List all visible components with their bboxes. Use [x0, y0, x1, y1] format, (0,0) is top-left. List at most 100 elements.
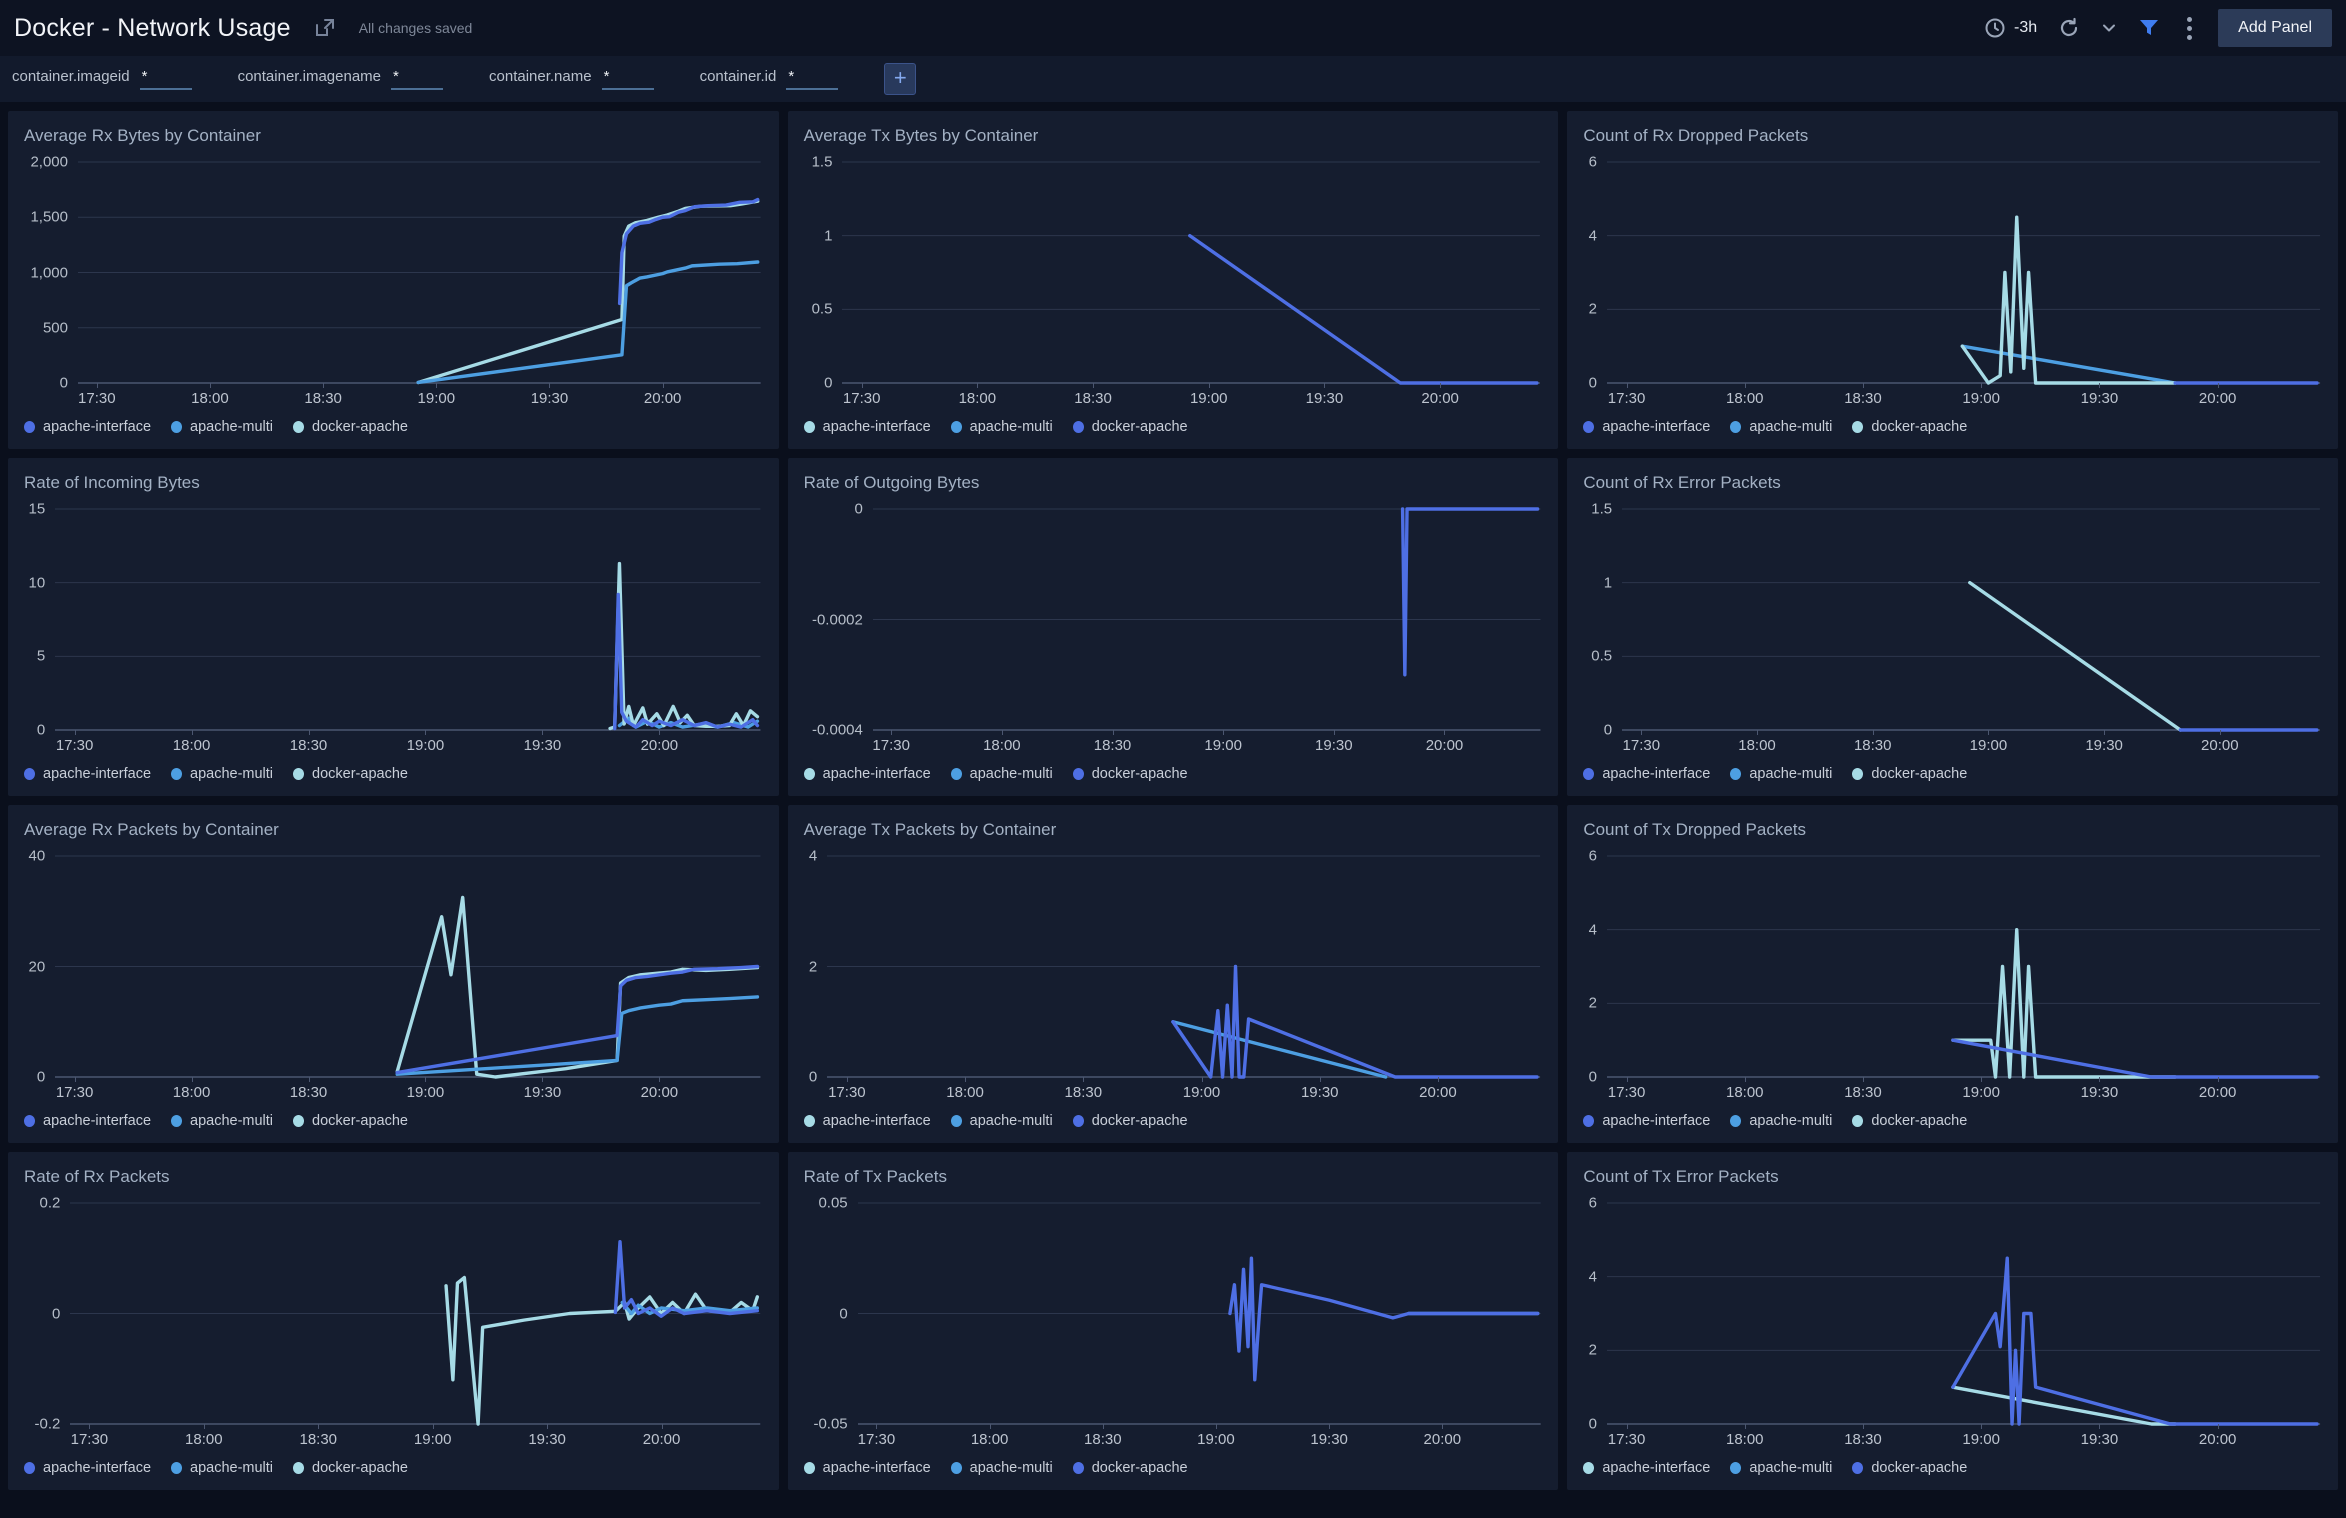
- x-axis-tick-label: 17:30: [78, 390, 116, 407]
- dashboard-header: Docker - Network Usage All changes saved…: [0, 0, 2346, 56]
- legend-item-docker-apache[interactable]: docker-apache: [293, 1460, 408, 1476]
- x-axis-tick-label: 18:30: [304, 390, 342, 407]
- legend-label: docker-apache: [1092, 1460, 1188, 1476]
- legend-item-docker-apache[interactable]: docker-apache: [1852, 1113, 1967, 1129]
- legend-label: apache-multi: [1749, 1113, 1832, 1129]
- legend-item-docker-apache[interactable]: docker-apache: [1852, 419, 1967, 435]
- legend-label: apache-interface: [1602, 766, 1710, 782]
- legend-label: apache-interface: [43, 1113, 151, 1129]
- x-axis-tick-label: 19:00: [407, 1084, 445, 1101]
- x-axis-tick: [1093, 383, 1094, 388]
- more-options-menu[interactable]: [2181, 13, 2198, 44]
- legend-item-apache-interface[interactable]: apache-interface: [24, 766, 151, 782]
- refresh-icon: [2057, 16, 2081, 40]
- x-axis-tick: [2099, 383, 2100, 388]
- legend-item-apache-multi[interactable]: apache-multi: [951, 766, 1053, 782]
- legend-item-apache-interface[interactable]: apache-interface: [804, 419, 931, 435]
- x-axis-tick: [1442, 1424, 1443, 1429]
- x-axis-tick: [318, 1424, 319, 1429]
- x-axis-tick-label: 19:30: [524, 1084, 562, 1101]
- refresh-button[interactable]: [2057, 16, 2081, 40]
- chart-legend: apache-interface apache-multi docker-apach…: [24, 760, 761, 788]
- legend-label: docker-apache: [1871, 766, 1967, 782]
- legend-item-docker-apache[interactable]: docker-apache: [1073, 1460, 1188, 1476]
- filter-label: container.imageid: [12, 68, 130, 85]
- legend-item-apache-multi[interactable]: apache-multi: [951, 419, 1053, 435]
- series-docker-apache: [418, 201, 758, 382]
- legend-item-apache-interface[interactable]: apache-interface: [804, 1113, 931, 1129]
- legend-item-apache-multi[interactable]: apache-multi: [171, 1113, 273, 1129]
- x-axis-tick: [876, 1424, 877, 1429]
- x-axis-tick-label: 19:30: [2085, 737, 2123, 754]
- save-status: All changes saved: [359, 20, 473, 36]
- legend-item-apache-multi[interactable]: apache-multi: [171, 766, 273, 782]
- y-axis-tick-label: 0: [52, 1305, 60, 1322]
- legend-item-apache-multi[interactable]: apache-multi: [951, 1460, 1053, 1476]
- legend-dot: [293, 768, 304, 780]
- legend-item-apache-interface[interactable]: apache-interface: [1583, 1460, 1710, 1476]
- legend-label: apache-interface: [1602, 419, 1710, 435]
- series-docker-apache: [397, 897, 757, 1077]
- filter-value-input[interactable]: *: [391, 68, 443, 90]
- legend-dot: [1583, 768, 1594, 780]
- x-axis-tick-label: 17:30: [828, 1084, 866, 1101]
- legend-item-apache-interface[interactable]: apache-interface: [24, 419, 151, 435]
- x-axis-tick: [847, 1077, 848, 1082]
- add-filter-button[interactable]: +: [884, 63, 916, 95]
- x-axis-tick-label: 19:00: [1962, 390, 2000, 407]
- legend-item-docker-apache[interactable]: docker-apache: [1073, 766, 1188, 782]
- legend-item-apache-interface[interactable]: apache-interface: [1583, 419, 1710, 435]
- chart-count-of-rx-dropped-packets: [1607, 162, 2320, 383]
- legend-item-docker-apache[interactable]: docker-apache: [293, 419, 408, 435]
- legend-item-docker-apache[interactable]: docker-apache: [1852, 1460, 1967, 1476]
- x-axis-tick-label: 19:00: [407, 737, 445, 754]
- y-axis-tick-label: 0: [824, 375, 832, 392]
- x-axis-tick-label: 20:00: [1421, 390, 1459, 407]
- legend-item-apache-interface[interactable]: apache-interface: [24, 1113, 151, 1129]
- legend-item-apache-multi[interactable]: apache-multi: [1730, 766, 1832, 782]
- x-axis-tick: [1103, 1424, 1104, 1429]
- legend-item-apache-interface[interactable]: apache-interface: [804, 766, 931, 782]
- legend-item-apache-interface[interactable]: apache-interface: [1583, 1113, 1710, 1129]
- share-icon[interactable]: [313, 16, 337, 40]
- legend-item-docker-apache[interactable]: docker-apache: [293, 1113, 408, 1129]
- chart-legend: apache-interface apache-multi docker-apach…: [804, 1107, 1541, 1135]
- legend-item-docker-apache[interactable]: docker-apache: [1073, 419, 1188, 435]
- legend-label: apache-interface: [1602, 1460, 1710, 1476]
- legend-item-apache-multi[interactable]: apache-multi: [1730, 419, 1832, 435]
- x-axis-tick-label: 18:00: [946, 1084, 984, 1101]
- x-axis-tick-label: 18:30: [1084, 1431, 1122, 1448]
- panel-title: Count of Rx Error Packets: [1583, 473, 2320, 493]
- panel-count-of-tx-dropped-packets: Count of Tx Dropped Packets642017:3018:0…: [1567, 805, 2338, 1143]
- legend-item-apache-interface[interactable]: apache-interface: [804, 1460, 931, 1476]
- x-axis-tick: [1863, 383, 1864, 388]
- legend-item-apache-multi[interactable]: apache-multi: [1730, 1113, 1832, 1129]
- filter-value-input[interactable]: *: [602, 68, 654, 90]
- legend-item-apache-multi[interactable]: apache-multi: [1730, 1460, 1832, 1476]
- add-panel-button[interactable]: Add Panel: [2218, 9, 2332, 47]
- legend-item-docker-apache[interactable]: docker-apache: [1852, 766, 1967, 782]
- x-axis-tick: [663, 383, 664, 388]
- legend-label: apache-interface: [823, 766, 931, 782]
- x-axis-tick-label: 19:30: [2081, 1431, 2119, 1448]
- legend-item-docker-apache[interactable]: docker-apache: [1073, 1113, 1188, 1129]
- x-axis-tick-label: 20:00: [1419, 1084, 1457, 1101]
- filter-button[interactable]: [2137, 16, 2161, 40]
- legend-item-apache-multi[interactable]: apache-multi: [171, 419, 273, 435]
- legend-label: docker-apache: [312, 1460, 408, 1476]
- legend-item-docker-apache[interactable]: docker-apache: [293, 766, 408, 782]
- legend-item-apache-interface[interactable]: apache-interface: [24, 1460, 151, 1476]
- x-axis-tick-label: 18:00: [971, 1431, 1009, 1448]
- y-axis-tick-label: 2: [809, 958, 817, 975]
- time-range-selector[interactable]: -3h: [1984, 17, 2037, 39]
- filter-value-input[interactable]: *: [140, 68, 192, 90]
- clock-icon: [1984, 17, 2006, 39]
- refresh-interval-dropdown[interactable]: [2101, 20, 2117, 36]
- panel-title: Rate of Rx Packets: [24, 1167, 761, 1187]
- x-axis-tick-label: 18:00: [173, 1084, 211, 1101]
- legend-item-apache-interface[interactable]: apache-interface: [1583, 766, 1710, 782]
- legend-item-apache-multi[interactable]: apache-multi: [171, 1460, 273, 1476]
- x-axis-tick-label: 18:00: [185, 1431, 223, 1448]
- filter-value-input[interactable]: *: [786, 68, 838, 90]
- legend-item-apache-multi[interactable]: apache-multi: [951, 1113, 1053, 1129]
